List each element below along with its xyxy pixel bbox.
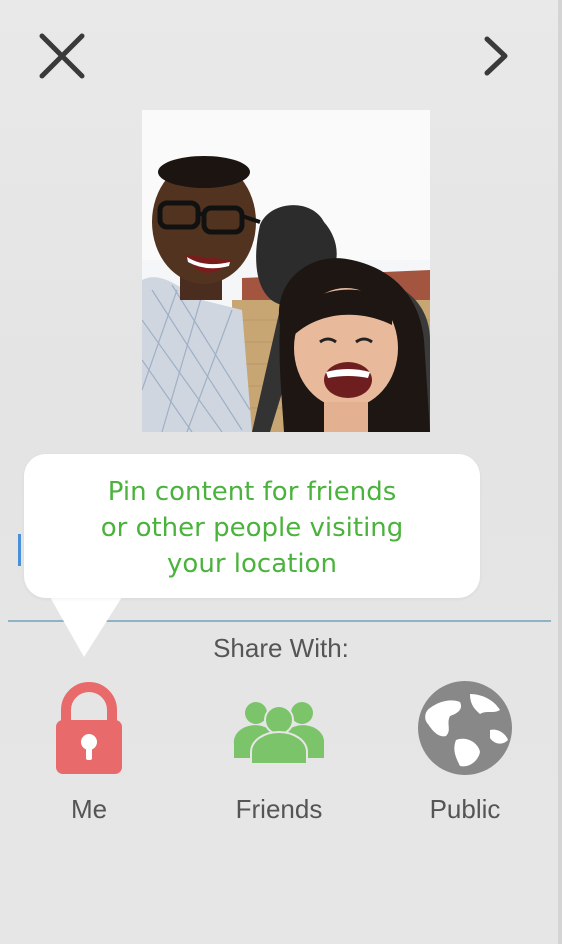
share-public-label: Public bbox=[429, 794, 501, 824]
photo-thumbnail[interactable] bbox=[142, 110, 430, 432]
tooltip-message: Pin content for friends or other people … bbox=[24, 474, 480, 582]
share-me-option[interactable]: Me bbox=[14, 680, 164, 830]
people-icon bbox=[233, 702, 325, 765]
share-friends-option[interactable]: Friends bbox=[204, 680, 354, 830]
selfie-photo bbox=[142, 110, 430, 432]
pin-tooltip: Pin content for friends or other people … bbox=[24, 454, 480, 598]
tooltip-line: your location bbox=[167, 549, 337, 579]
share-friends-label: Friends bbox=[235, 794, 323, 824]
share-public-option[interactable]: Public bbox=[390, 680, 540, 830]
screen-edge bbox=[558, 0, 562, 944]
share-with-label: Share With: bbox=[213, 633, 349, 663]
globe-icon bbox=[418, 681, 512, 775]
next-button[interactable] bbox=[478, 34, 514, 78]
pin-share-screen: Pin content for friends or other people … bbox=[0, 0, 562, 944]
text-cursor bbox=[18, 534, 21, 566]
close-button[interactable] bbox=[34, 28, 90, 84]
share-me-label: Me bbox=[70, 794, 108, 824]
lock-icon bbox=[56, 682, 122, 774]
chevron-right-icon bbox=[484, 36, 508, 76]
tooltip-line: or other people visiting bbox=[100, 513, 404, 543]
close-icon bbox=[39, 33, 85, 79]
tooltip-line: Pin content for friends bbox=[107, 477, 397, 507]
